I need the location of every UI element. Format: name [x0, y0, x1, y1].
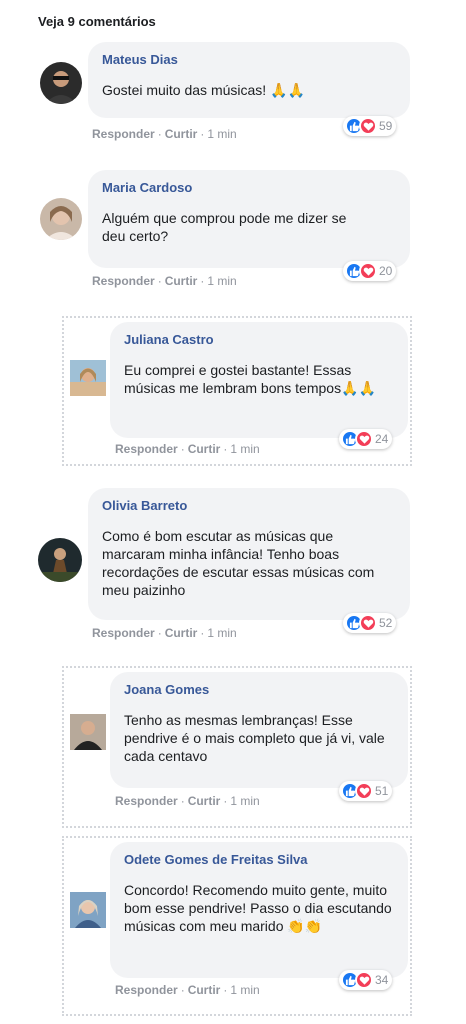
comment-text: Alguém que comprou pode me dizer se deu …: [102, 210, 347, 244]
reactions-summary[interactable]: 52: [343, 613, 397, 633]
commenter-name[interactable]: Olivia Barreto: [102, 498, 396, 513]
comment-text: Como é bom escutar as músicas que marcar…: [102, 528, 375, 598]
comment-bubble: Maria Cardoso Alguém que comprou pode me…: [88, 170, 410, 268]
avatar[interactable]: [70, 360, 106, 396]
comment-time: 1 min: [230, 794, 260, 808]
comment-bubble: Joana Gomes Tenho as mesmas lembranças! …: [110, 672, 408, 788]
like-link[interactable]: Curtir: [188, 794, 221, 808]
comment-time: 1 min: [230, 442, 260, 456]
reply-link[interactable]: Responder: [92, 274, 155, 288]
comment-actions: Responder · Curtir · 1 min: [92, 626, 237, 640]
comment-text: Concordo! Recomendo muito gente, muito b…: [124, 882, 392, 934]
comment-actions: Responder · Curtir · 1 min: [115, 794, 260, 808]
reactions-summary[interactable]: 24: [339, 429, 393, 449]
commenter-name[interactable]: Maria Cardoso: [102, 180, 396, 195]
comment-text: Gostei muito das músicas! 🙏🙏: [102, 82, 305, 98]
like-link[interactable]: Curtir: [165, 127, 198, 141]
comments-header[interactable]: Veja 9 comentários: [38, 14, 156, 29]
reaction-count: 24: [375, 432, 389, 446]
comment-actions: Responder · Curtir · 1 min: [92, 127, 237, 141]
comment-bubble: Odete Gomes de Freitas Silva Concordo! R…: [110, 842, 408, 978]
reaction-count: 52: [379, 616, 393, 630]
comment-text: Tenho as mesmas lembranças! Esse pendriv…: [124, 712, 385, 764]
commenter-name[interactable]: Odete Gomes de Freitas Silva: [124, 852, 394, 867]
reaction-count: 34: [375, 973, 389, 987]
heart-icon: [359, 117, 377, 135]
comment-time: 1 min: [207, 127, 237, 141]
reply-link[interactable]: Responder: [115, 983, 178, 997]
avatar[interactable]: [70, 892, 106, 928]
reply-link[interactable]: Responder: [92, 127, 155, 141]
comment-text: Eu comprei e gostei bastante! Essas músi…: [124, 362, 376, 396]
comment-bubble: Mateus Dias Gostei muito das músicas! 🙏🙏: [88, 42, 410, 118]
commenter-name[interactable]: Juliana Castro: [124, 332, 394, 347]
like-link[interactable]: Curtir: [188, 442, 221, 456]
avatar[interactable]: [38, 538, 82, 582]
reaction-count: 20: [379, 264, 393, 278]
like-link[interactable]: Curtir: [188, 983, 221, 997]
reply-link[interactable]: Responder: [115, 794, 178, 808]
reply-link[interactable]: Responder: [92, 626, 155, 640]
heart-icon: [359, 262, 377, 280]
avatar[interactable]: [70, 714, 106, 750]
avatar[interactable]: [40, 62, 82, 104]
comment-actions: Responder · Curtir · 1 min: [115, 442, 260, 456]
reaction-count: 51: [375, 784, 389, 798]
comment-time: 1 min: [230, 983, 260, 997]
comment-bubble: Olivia Barreto Como é bom escutar as mús…: [88, 488, 410, 620]
comment-time: 1 min: [207, 626, 237, 640]
heart-icon: [355, 430, 373, 448]
heart-icon: [355, 971, 373, 989]
comment-time: 1 min: [207, 274, 237, 288]
like-link[interactable]: Curtir: [165, 274, 198, 288]
heart-icon: [359, 614, 377, 632]
commenter-name[interactable]: Joana Gomes: [124, 682, 394, 697]
reactions-summary[interactable]: 51: [339, 781, 393, 801]
comment-bubble: Juliana Castro Eu comprei e gostei basta…: [110, 322, 408, 438]
reactions-summary[interactable]: 34: [339, 970, 393, 990]
like-link[interactable]: Curtir: [165, 626, 198, 640]
reply-link[interactable]: Responder: [115, 442, 178, 456]
comment-actions: Responder · Curtir · 1 min: [92, 274, 237, 288]
reactions-summary[interactable]: 59: [343, 116, 397, 136]
reactions-summary[interactable]: 20: [343, 261, 397, 281]
heart-icon: [355, 782, 373, 800]
reaction-count: 59: [379, 119, 393, 133]
comment-actions: Responder · Curtir · 1 min: [115, 983, 260, 997]
commenter-name[interactable]: Mateus Dias: [102, 52, 396, 67]
avatar[interactable]: [40, 198, 82, 240]
